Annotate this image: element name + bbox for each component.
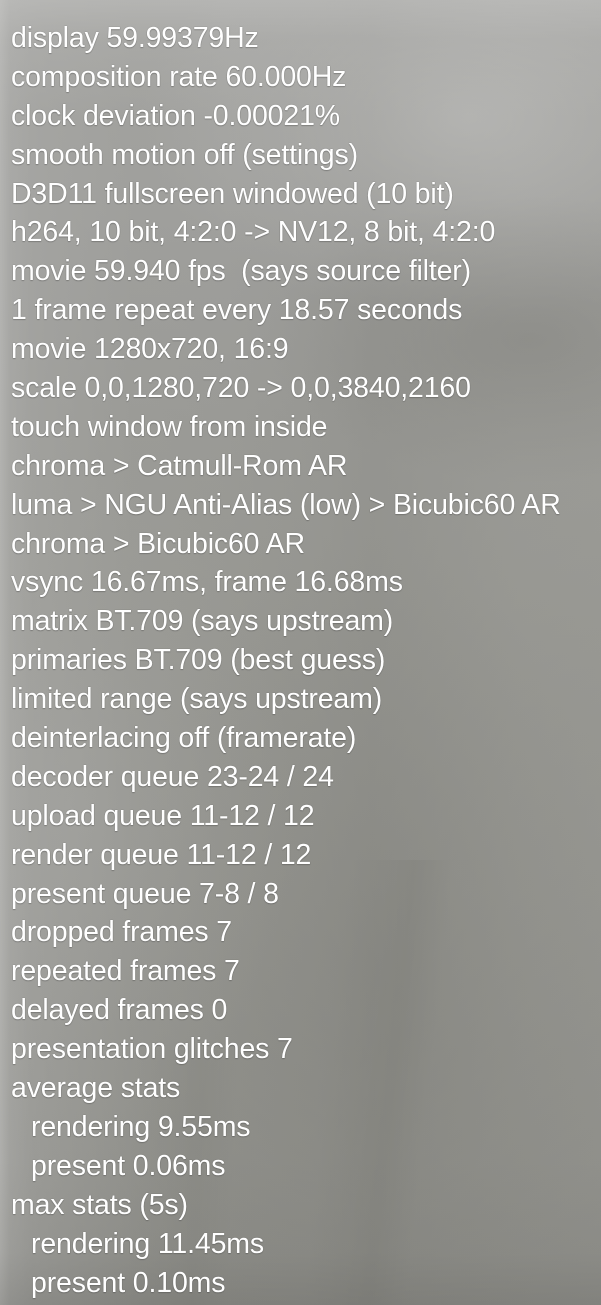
osd-stat-line: render queue 11-12 / 12 [11, 838, 312, 871]
osd-stat-line: scale 0,0,1280,720 -> 0,0,3840,2160 [11, 372, 471, 405]
osd-stat-line: upload queue 11-12 / 12 [11, 799, 315, 832]
osd-stat-line: average stats [11, 1072, 181, 1105]
video-player-surface: display 59.99379Hz composition rate 60.00… [0, 0, 601, 1305]
osd-stat-line: decoder queue 23-24 / 24 [11, 760, 334, 793]
madvr-osd-statistics-panel: display 59.99379Hz composition rate 60.00… [0, 0, 601, 1302]
osd-stat-line: primaries BT.709 (best guess) [11, 644, 386, 677]
osd-stat-line: present 0.10ms [31, 1266, 226, 1299]
osd-stat-line: rendering 9.55ms [31, 1110, 251, 1143]
osd-stat-line: 1 frame repeat every 18.57 seconds [11, 294, 463, 327]
osd-stat-line: present 0.06ms [31, 1149, 226, 1182]
osd-stat-line: limited range (says upstream) [11, 683, 383, 716]
osd-stat-line: rendering 11.45ms [31, 1227, 264, 1260]
osd-stat-line: composition rate 60.000Hz [11, 60, 347, 93]
osd-stat-line: movie 1280x720, 16:9 [11, 333, 289, 366]
osd-stat-line: chroma > Catmull-Rom AR [11, 449, 348, 482]
osd-stat-line: display 59.99379Hz [11, 22, 259, 54]
osd-stat-line: touch window from inside [11, 410, 328, 443]
osd-stat-line: max stats (5s) [11, 1188, 188, 1221]
osd-stat-line: smooth motion off (settings) [11, 138, 358, 171]
osd-stat-line: D3D11 fullscreen windowed (10 bit) [11, 177, 454, 210]
osd-stat-line: deinterlacing off (framerate) [11, 722, 357, 755]
osd-stat-line: present queue 7-8 / 8 [11, 877, 279, 910]
osd-stat-line: matrix BT.709 (says upstream) [11, 605, 394, 638]
osd-stat-line: vsync 16.67ms, frame 16.68ms [11, 566, 403, 599]
osd-stat-line: repeated frames 7 [11, 955, 240, 988]
osd-stat-line: presentation glitches 7 [11, 1033, 293, 1066]
osd-stat-line: dropped frames 7 [11, 916, 232, 949]
osd-stat-line: clock deviation -0.00021% [11, 99, 340, 132]
osd-stat-line: h264, 10 bit, 4:2:0 -> NV12, 8 bit, 4:2:… [11, 216, 496, 249]
osd-stat-line: movie 59.940 fps (says source filter) [11, 255, 471, 288]
osd-stat-line: chroma > Bicubic60 AR [11, 527, 305, 560]
osd-stat-line: delayed frames 0 [11, 994, 228, 1027]
osd-stat-line: luma > NGU Anti-Alias (low) > Bicubic60 … [11, 488, 561, 521]
